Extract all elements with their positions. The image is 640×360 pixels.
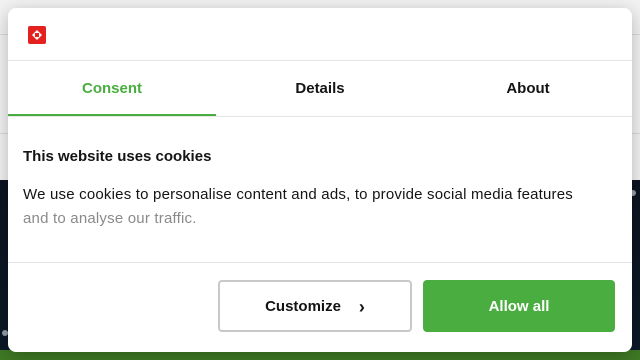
tab-details[interactable]: Details	[216, 61, 424, 116]
tabs-divider	[8, 116, 632, 117]
tab-about[interactable]: About	[424, 61, 632, 116]
dialog-description: We use cookies to personalise content an…	[23, 183, 617, 231]
brand-logo	[28, 26, 46, 44]
cookie-consent-dialog: Consent Details About This website uses …	[8, 8, 632, 352]
customize-button[interactable]: Customize ›	[218, 280, 412, 332]
allow-all-button-label: Allow all	[488, 297, 550, 315]
description-text-faded: and to analyse our traffic.	[23, 210, 197, 227]
customize-button-label: Customize	[265, 297, 341, 315]
description-text: We use cookies to personalise content an…	[23, 186, 573, 203]
consent-content: This website uses cookies We use cookies…	[23, 148, 617, 231]
footer-divider	[8, 262, 632, 263]
dialog-title: This website uses cookies	[23, 148, 212, 165]
chevron-right-icon: ›	[358, 297, 365, 317]
tab-consent[interactable]: Consent	[8, 61, 216, 116]
brand-logo-icon	[28, 26, 46, 44]
consent-tabs: Consent Details About	[8, 61, 632, 116]
allow-all-button[interactable]: Allow all	[423, 280, 615, 332]
